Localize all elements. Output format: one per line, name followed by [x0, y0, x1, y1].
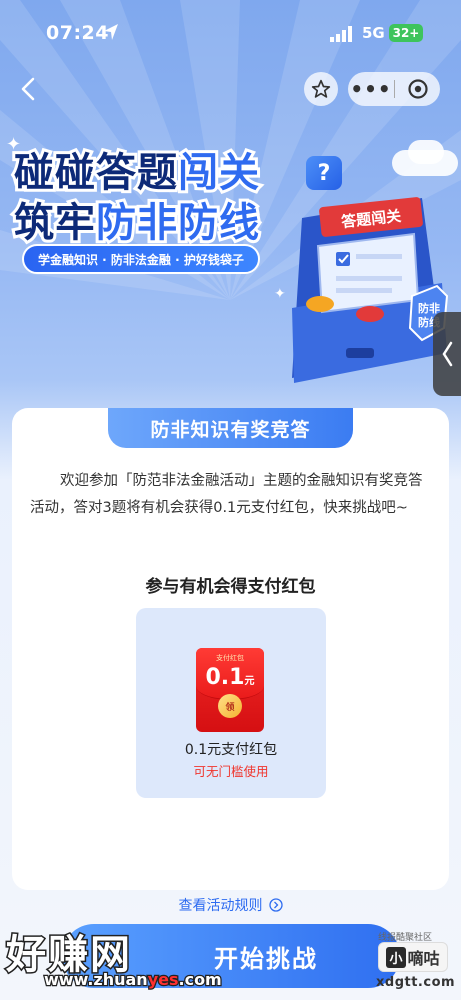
signal-bars-icon — [330, 26, 352, 42]
favorite-button[interactable] — [304, 72, 338, 106]
prize-section-title: 参与有机会得支付红包 — [145, 577, 316, 597]
watermark-domain: xdgtt.com — [376, 975, 456, 990]
side-drawer-handle[interactable] — [433, 312, 461, 396]
close-miniprogram-button[interactable] — [395, 72, 440, 106]
envelope-coin: 领 — [218, 694, 242, 718]
question-mark-icon: ? — [306, 156, 342, 190]
target-circle-icon — [407, 79, 428, 99]
envelope-amount: 0.1元 — [205, 665, 255, 690]
card-header: 防非知识有奖竞答 — [108, 408, 353, 448]
status-time: 07:24 — [46, 22, 109, 44]
rules-link-label: 查看活动规则 — [178, 898, 263, 914]
envelope-label: 支付红包 — [216, 654, 244, 662]
prize-name: 0.1元支付红包 — [184, 742, 278, 758]
page: 07:24 5G 32+ ••• ✦ ✦ ? 碰碰答题闯关 筑牢防非防线 学金融… — [0, 0, 461, 1000]
chevron-circle-right-icon — [268, 898, 283, 912]
intro-text: 欢迎参加「防范非法金融活动」主题的金融知识有奖竞答活动，答对3题将有机会获得0.… — [30, 473, 423, 516]
mini-program-capsule: ••• — [348, 72, 440, 106]
banner-title-line2: 筑牢防非防线 — [11, 197, 262, 249]
network-type: 5G — [362, 24, 385, 42]
star-icon — [311, 79, 331, 98]
status-bar: 07:24 5G 32+ — [0, 0, 461, 64]
watermark-logo: 小嘀咕 — [378, 942, 448, 972]
prize-note: 可无门槛使用 — [193, 764, 269, 779]
banner-tagline: 学金融知识 · 防非法金融 · 护好钱袋子 — [22, 244, 260, 274]
red-envelope-icon: 支付红包 0.1元 领 — [196, 648, 264, 732]
watermark-url: www.zhuanyes.com — [43, 969, 223, 991]
cloud-decoration — [408, 140, 444, 164]
chevron-left-icon — [442, 341, 453, 367]
battery-indicator: 32+ — [389, 24, 423, 42]
back-arrow-icon[interactable] — [16, 76, 42, 102]
location-arrow-icon — [104, 24, 118, 40]
arcade-machine-illustration: 答题闯关 防非 防线 — [292, 197, 449, 383]
rules-link[interactable]: 查看活动规则 — [0, 895, 461, 915]
more-options-button[interactable]: ••• — [348, 72, 394, 106]
